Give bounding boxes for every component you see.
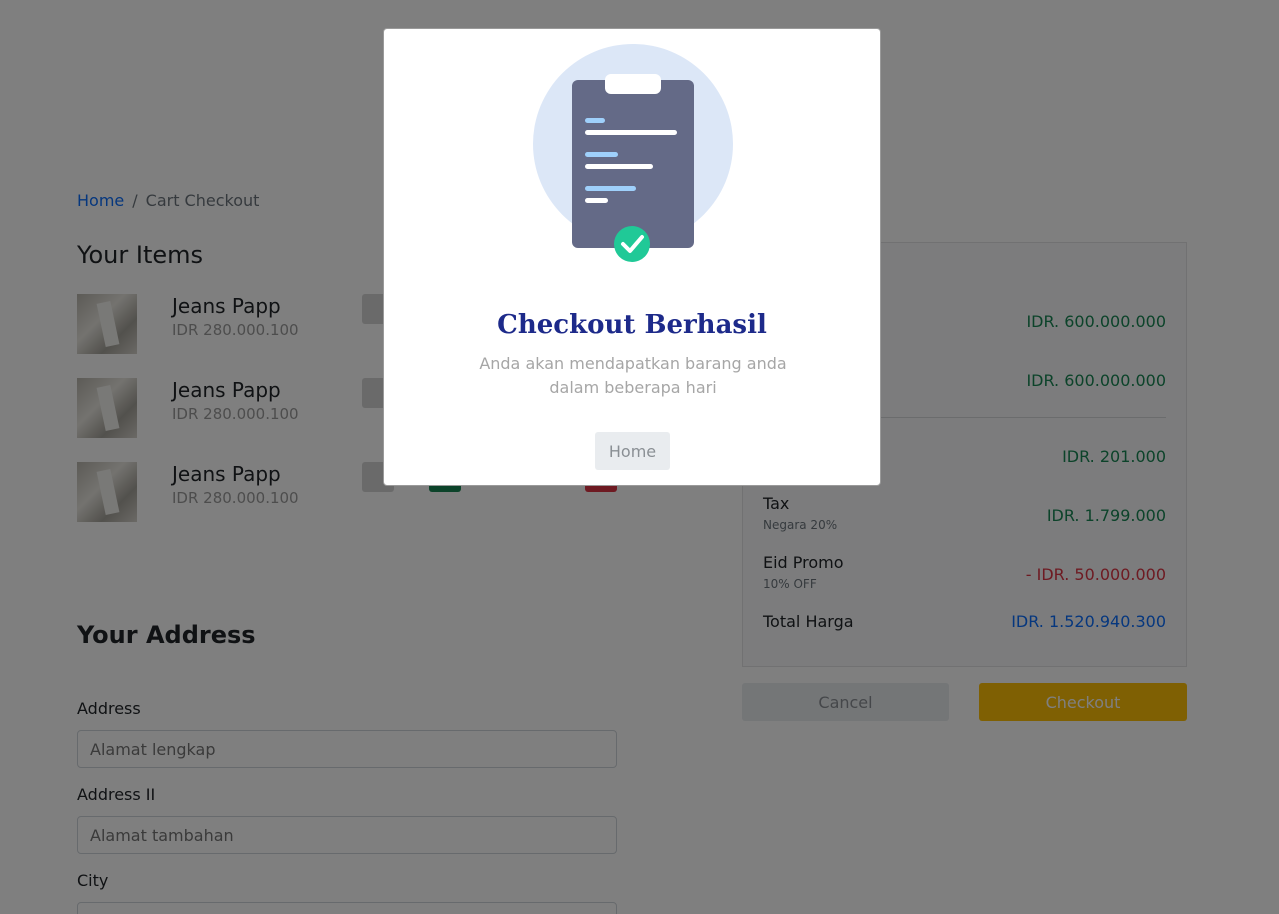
checkout-success-modal: Checkout Berhasil Anda akan mendapatkan … — [383, 28, 881, 486]
clipboard-check-icon — [533, 44, 733, 262]
home-button[interactable]: Home — [595, 432, 670, 470]
modal-title: Checkout Berhasil — [497, 310, 767, 340]
modal-subtitle: Anda akan mendapatkan barang anda dalam … — [479, 354, 787, 397]
